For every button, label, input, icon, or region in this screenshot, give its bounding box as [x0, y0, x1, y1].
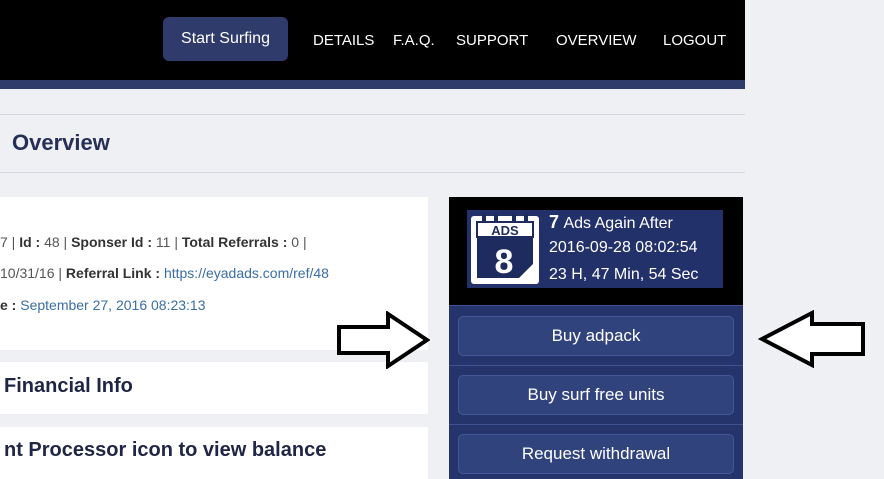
- ads-calendar-icon: ADS 8: [471, 213, 539, 284]
- processor-balance-card: nt Processor icon to view balance: [0, 427, 428, 479]
- financial-info-heading: Financial Info: [4, 375, 133, 397]
- ads-count: 7: [549, 212, 560, 232]
- financial-info-card: Financial Info: [0, 362, 428, 414]
- buy-adpack-button[interactable]: Buy adpack: [458, 316, 734, 356]
- actions-panel: ADS 8 7 Ads Again After 2016-09-28 08:02…: [449, 197, 743, 479]
- ads-count-line: 7 Ads Again After: [549, 212, 673, 233]
- id-label: Id :: [19, 234, 41, 250]
- processor-balance-heading: nt Processor icon to view balance: [4, 439, 327, 461]
- ads-timer-box: ADS 8 7 Ads Again After 2016-09-28 08:02…: [467, 210, 723, 288]
- title-divider-top: [0, 114, 745, 115]
- id-value: 48 |: [40, 234, 72, 250]
- calendar-label: ADS: [491, 223, 519, 238]
- page-title: Overview: [12, 130, 110, 155]
- top-navbar: Start Surfing DETAILS F.A.Q. SUPPORT OVE…: [0, 0, 745, 80]
- navbar-underline: [0, 80, 745, 89]
- nav-details[interactable]: DETAILS: [313, 32, 374, 49]
- buy-surf-free-units-button[interactable]: Buy surf free units: [458, 375, 734, 415]
- panel-divider: [449, 365, 743, 366]
- sponsor-id-value: 11 |: [152, 234, 182, 250]
- ads-countdown: 23 H, 47 Min, 54 Sec: [549, 266, 699, 283]
- nav-logout[interactable]: LOGOUT: [663, 32, 726, 49]
- start-surfing-button[interactable]: Start Surfing: [163, 17, 288, 61]
- account-info-line-3: e : September 27, 2016 08:23:13: [0, 297, 206, 313]
- arrow-right-icon: [337, 311, 430, 369]
- total-referrals-label: Total Referrals :: [181, 234, 288, 250]
- ads-datetime: 2016-09-28 08:02:54: [549, 239, 698, 256]
- referral-link-label: Referral Link :: [65, 265, 161, 281]
- nav-faq[interactable]: F.A.Q.: [393, 32, 435, 49]
- panel-divider: [449, 305, 743, 306]
- total-referrals-value: 0 |: [287, 234, 307, 250]
- nav-overview[interactable]: OVERVIEW: [556, 32, 637, 49]
- account-info-line-1: 7 | Id : 48 | Sponser Id : 11 | Total Re…: [0, 234, 307, 250]
- arrow-left-icon: [758, 310, 865, 368]
- date-label: e :: [0, 297, 17, 313]
- referral-link[interactable]: https://eyadads.com/ref/48: [160, 265, 329, 281]
- date-value: September 27, 2016 08:23:13: [16, 297, 206, 313]
- right-background: [745, 0, 884, 479]
- ads-again-label: Ads Again After: [563, 215, 673, 232]
- title-divider-bottom: [0, 172, 745, 173]
- request-withdrawal-button[interactable]: Request withdrawal: [458, 434, 734, 474]
- calendar-number: 8: [495, 243, 514, 281]
- ads-timer-section: ADS 8 7 Ads Again After 2016-09-28 08:02…: [449, 197, 743, 305]
- account-info-line-2: 10/31/16 | Referral Link : https://eyada…: [0, 265, 329, 281]
- panel-divider: [449, 424, 743, 425]
- sponsor-id-label: Sponser Id :: [71, 234, 152, 250]
- nav-support[interactable]: SUPPORT: [456, 32, 528, 49]
